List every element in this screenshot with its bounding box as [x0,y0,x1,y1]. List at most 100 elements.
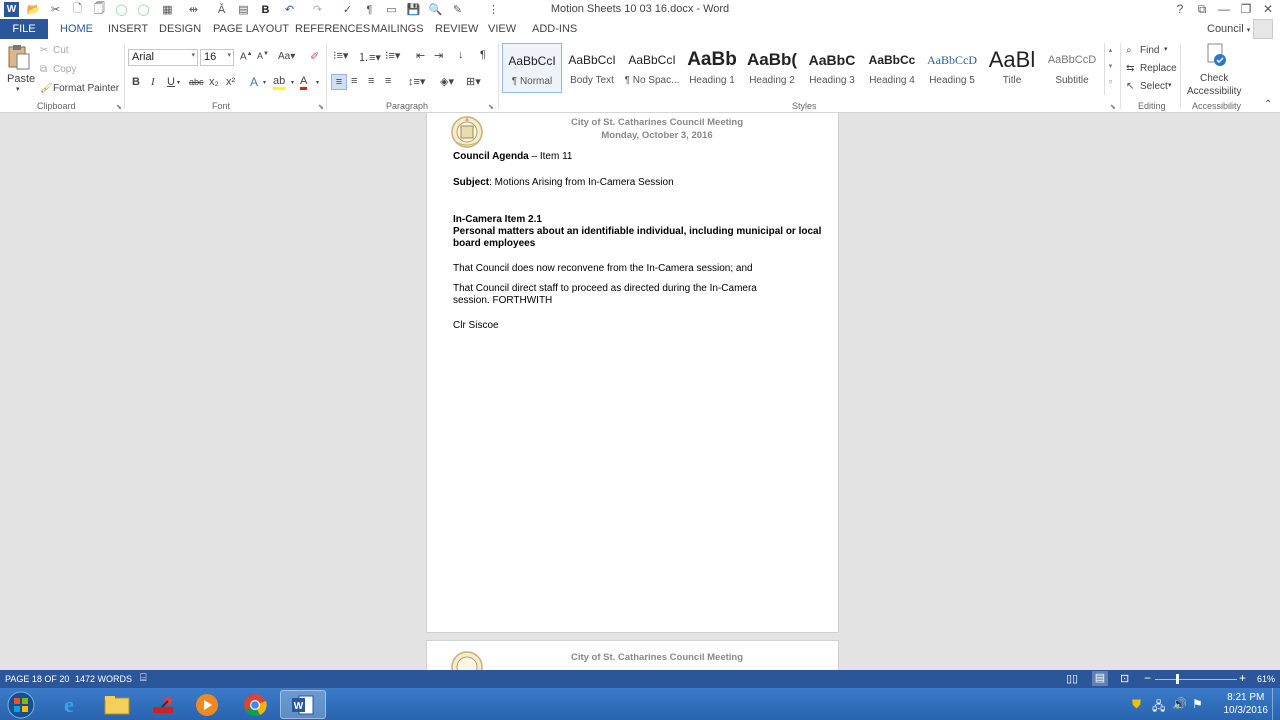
highlight-icon[interactable]: ab [273,75,286,90]
proofing-icon[interactable]: ⌸ [140,672,147,685]
security-flag-icon[interactable]: ⛊ [1132,697,1141,712]
check-accessibility-button[interactable]: Check [1200,73,1228,84]
minimize-button[interactable]: — [1216,2,1232,17]
chevron-down-icon[interactable]: ▾ [263,79,266,86]
superscript-button[interactable]: x² [226,76,235,88]
document-area[interactable]: City of St. Catharines Council Meeting M… [0,113,1280,670]
style-heading-3[interactable]: AaBbC Heading 3 [802,43,862,93]
font-color-icon[interactable]: A [300,75,308,90]
internet-explorer-icon[interactable]: e [46,690,92,719]
page-count[interactable]: PAGE 18 OF 20 [5,674,69,684]
justify-icon[interactable]: ≡ [385,75,391,87]
web-layout-icon[interactable]: ⊡ [1120,672,1129,685]
show-desktop-button[interactable] [1272,688,1280,720]
shading-icon[interactable]: ◈▾ [440,75,454,88]
media-player-icon[interactable] [184,690,230,719]
collapse-ribbon-icon[interactable]: ⌃ [1264,99,1272,110]
network-icon[interactable]: 🖧 [1152,697,1165,718]
paste-icon[interactable] [6,43,32,71]
change-case-icon[interactable]: Aa▾ [278,51,295,62]
style-no-spacing[interactable]: AaBbCcI ¶ No Spac... [622,43,682,93]
multilevel-list-icon[interactable]: ⁝≡▾ [385,49,400,62]
style-heading-4[interactable]: AaBbCc Heading 4 [862,43,922,93]
start-button[interactable] [0,690,42,719]
align-center-icon[interactable]: ≡ [351,75,357,87]
cut-button[interactable]: Cut [53,45,69,56]
restore-button[interactable]: ❐ [1238,2,1254,17]
style-subtitle[interactable]: AaBbCcD Subtitle [1042,43,1102,93]
format-painter-button[interactable]: Format Painter [53,83,119,94]
line-spacing-icon[interactable]: ↕≡▾ [408,75,425,88]
style-body-text[interactable]: AaBbCcI Body Text [562,43,622,93]
tab-review[interactable]: REVIEW [435,23,478,35]
bullets-icon[interactable]: ⁝≡▾ [333,49,348,62]
clipboard-launcher-icon[interactable]: ⬊ [116,103,122,111]
zoom-slider-track[interactable] [1155,679,1237,680]
increase-indent-icon[interactable]: ⇥ [434,49,443,62]
read-mode-icon[interactable]: ▯▯ [1066,672,1078,685]
style-title[interactable]: AaBl Title [982,43,1042,93]
chevron-down-icon[interactable]: ▾ [291,79,294,86]
paragraph-launcher-icon[interactable]: ⬊ [488,103,494,111]
replace-button[interactable]: Replace [1140,63,1177,74]
style-heading-5[interactable]: AaBbCcD Heading 5 [922,43,982,93]
underline-button[interactable]: U [167,76,175,88]
grow-font-icon[interactable]: A▲ [240,51,253,62]
zoom-out-icon[interactable]: − [1144,671,1151,685]
tab-add-ins[interactable]: ADD-INS [532,23,577,35]
find-button[interactable]: Find [1140,45,1159,56]
borders-icon[interactable]: ⊞▾ [466,75,481,88]
bold-button[interactable]: B [132,76,140,88]
chevron-down-icon[interactable]: ▾ [1168,81,1172,89]
paste-button[interactable]: Paste [7,73,35,85]
avatar[interactable] [1253,19,1273,39]
word-count[interactable]: 1472 WORDS [75,674,132,684]
shrink-font-icon[interactable]: A▼ [257,51,269,61]
word-taskbar-icon[interactable]: W [280,690,326,719]
document-page[interactable]: City of St. Catharines Council Meeting [426,640,839,670]
action-center-flag-icon[interactable]: ⚑ [1192,697,1203,711]
styles-scroll[interactable]: ▴ ▾ ▿ [1104,43,1116,95]
print-layout-view-icon[interactable]: ▤ [1092,671,1108,686]
style-heading-1[interactable]: AaBb Heading 1 [682,43,742,93]
tab-file[interactable]: FILE [0,19,48,39]
decrease-indent-icon[interactable]: ⇤ [416,49,425,62]
style-normal[interactable]: AaBbCcI ¶ Normal [502,43,562,93]
document-page[interactable]: City of St. Catharines Council Meeting M… [426,113,839,633]
zoom-slider-thumb[interactable] [1176,674,1179,684]
style-heading-2[interactable]: AaBb( Heading 2 [742,43,802,93]
font-name-combo[interactable]: Arial ▾ [128,49,198,66]
copy-button[interactable]: Copy [53,64,76,75]
font-launcher-icon[interactable]: ⬊ [318,103,324,111]
subscript-button[interactable]: x₂ [209,76,219,88]
close-button[interactable]: ✕ [1260,2,1276,17]
file-explorer-icon[interactable] [94,690,140,719]
tab-insert[interactable]: INSERT [108,23,148,35]
sort-icon[interactable]: ↓ [458,49,464,61]
chrome-icon[interactable] [232,690,278,719]
italic-button[interactable]: I [151,76,155,88]
zoom-in-icon[interactable]: + [1239,671,1246,685]
chevron-down-icon[interactable]: ▾ [316,79,319,86]
system-clock[interactable]: 8:21 PM 10/3/2016 [1224,691,1269,717]
font-size-combo[interactable]: 16 ▾ [200,49,234,66]
tab-mailings[interactable]: MAILINGS [371,23,424,35]
check-accessibility-icon[interactable] [1206,43,1228,69]
align-right-icon[interactable]: ≡ [368,75,374,87]
ribbon-display-options-icon[interactable]: ⧉ [1194,2,1210,17]
clear-formatting-icon[interactable]: ✐ [310,50,319,63]
chevron-down-icon[interactable]: ▾ [177,79,180,86]
show-hide-icon[interactable]: ¶ [480,49,486,61]
help-button[interactable]: ? [1172,2,1188,17]
zoom-level[interactable]: 61% [1257,674,1275,684]
presenter-app-icon[interactable] [140,690,186,719]
numbering-icon[interactable]: ⒈≡▾ [358,49,381,65]
paste-dropdown-icon[interactable]: ▾ [16,85,20,93]
align-left-icon[interactable]: ≡ [331,74,347,90]
tab-references[interactable]: REFERENCES [295,23,370,35]
tab-design[interactable]: DESIGN [159,23,201,35]
styles-launcher-icon[interactable]: ⬊ [1110,103,1116,111]
tab-view[interactable]: VIEW [488,23,516,35]
strikethrough-button[interactable]: abc [189,77,204,87]
user-account[interactable]: Council ▾ [1207,23,1250,35]
